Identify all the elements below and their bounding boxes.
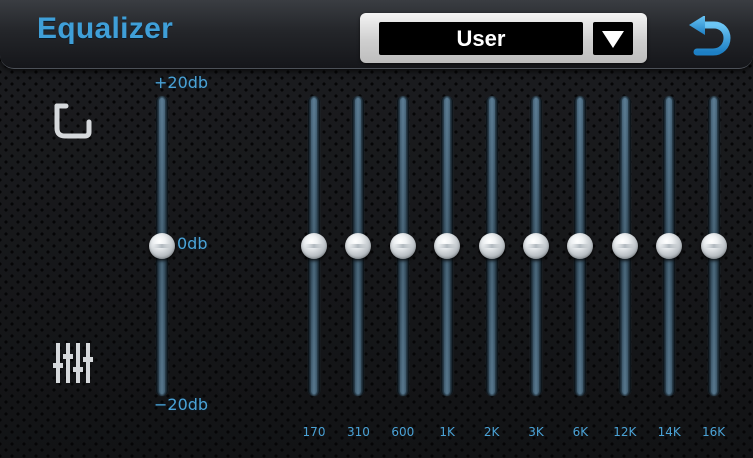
band-slider-knob[interactable] bbox=[611, 233, 638, 259]
band-slider-knob[interactable] bbox=[523, 233, 549, 259]
scale-max-label: +20db bbox=[154, 73, 209, 92]
band-frequency-label: 16K bbox=[702, 425, 726, 439]
band-frequency-label: 2K bbox=[483, 425, 500, 439]
band-frequency-label: 600 bbox=[391, 425, 415, 439]
back-arrow-icon bbox=[689, 15, 731, 56]
band-frequency-label: 310 bbox=[346, 425, 370, 439]
band-slider-knob[interactable] bbox=[434, 233, 461, 259]
band-slider-knob[interactable] bbox=[478, 233, 505, 259]
scale-mid-label: 0db bbox=[177, 234, 208, 253]
band-slider-knob[interactable] bbox=[301, 233, 327, 259]
band-slider-knob[interactable] bbox=[567, 233, 594, 259]
band-frequency-label: 6K bbox=[572, 425, 589, 439]
band-frequency-label: 12K bbox=[613, 425, 637, 439]
band-slider-knob[interactable] bbox=[389, 233, 416, 259]
scale-min-label: −20db bbox=[154, 395, 209, 414]
page-title: Equalizer bbox=[37, 12, 174, 45]
preset-dropdown[interactable]: User bbox=[360, 13, 647, 63]
back-button[interactable] bbox=[685, 15, 731, 58]
dropdown-triangle-icon bbox=[602, 31, 624, 48]
dropdown-button[interactable] bbox=[593, 22, 633, 55]
band-slider-knob[interactable] bbox=[656, 233, 683, 259]
preset-value[interactable]: User bbox=[379, 22, 583, 55]
reset-button[interactable] bbox=[52, 102, 92, 140]
band-slider-knob[interactable] bbox=[345, 233, 372, 259]
master-slider-knob[interactable] bbox=[149, 233, 175, 259]
band-frequency-label: 170 bbox=[302, 425, 326, 439]
equalizer-screen: Equalizer User +20db 0db −20db 170 310 6… bbox=[0, 0, 753, 458]
band-frequency-label: 1K bbox=[439, 425, 455, 439]
equalizer-icon bbox=[53, 343, 93, 383]
equalizer-preset-button[interactable] bbox=[52, 341, 94, 385]
header-bar: Equalizer User bbox=[0, 0, 753, 69]
band-slider-knob[interactable] bbox=[700, 233, 727, 259]
band-frequency-label: 14K bbox=[657, 425, 681, 439]
band-frequency-label: 3K bbox=[528, 425, 544, 439]
reset-icon bbox=[54, 103, 92, 139]
